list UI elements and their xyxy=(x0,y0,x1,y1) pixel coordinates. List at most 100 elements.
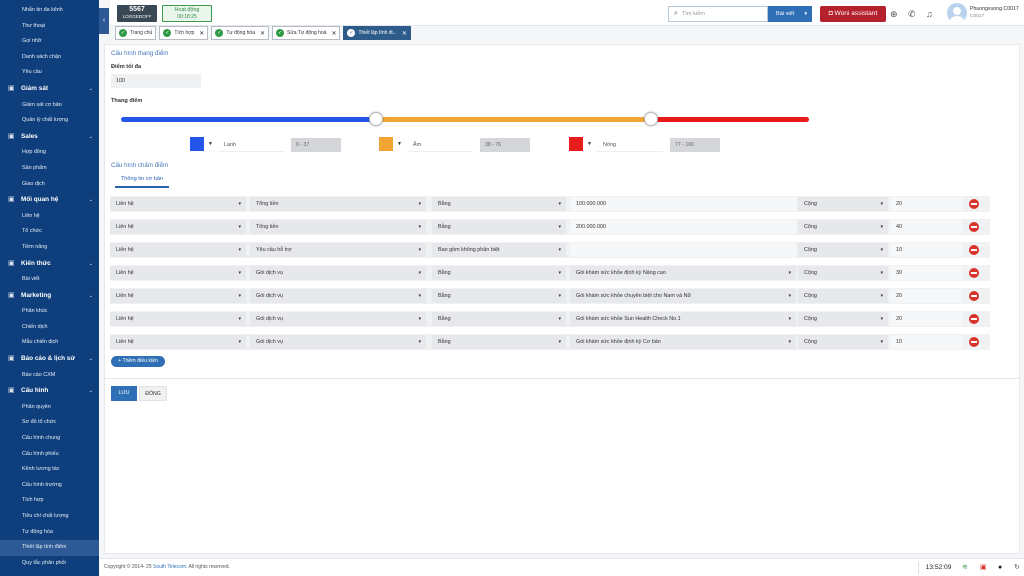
activity-status[interactable]: Hoạt động 00:18:25 xyxy=(162,5,212,22)
points-input[interactable]: 40 xyxy=(890,220,962,234)
remove-icon[interactable] xyxy=(969,268,979,278)
sidebar-item[interactable]: Thiết lập tính điểm xyxy=(0,540,99,556)
search-input[interactable]: ⌕ Tìm kiếm xyxy=(668,6,768,22)
sidebar-group[interactable]: ▣ Cấu hình ⌄ xyxy=(0,383,99,400)
operator-select[interactable]: Bằng xyxy=(432,197,566,211)
sidebar-item[interactable]: Nhắn tin đa kênh xyxy=(0,3,99,19)
action-select[interactable]: Cộng xyxy=(798,220,888,234)
tab-basic-info[interactable]: Thông tin cơ bản xyxy=(115,176,169,188)
sidebar-item[interactable]: Phân quyền xyxy=(0,400,99,416)
sidebar-item[interactable]: Sản phẩm xyxy=(0,161,99,177)
points-input[interactable]: 10 xyxy=(890,335,962,349)
remove-icon[interactable] xyxy=(969,222,979,232)
remove-icon[interactable] xyxy=(969,245,979,255)
value-field[interactable]: Gói khám sức khỏe Sun Health Check No.1 xyxy=(570,312,796,326)
field-select[interactable]: Tổng tiền xyxy=(250,220,426,234)
user-info[interactable]: Phuongvuong.C0017 C0017 xyxy=(970,6,1019,20)
sidebar-item[interactable]: Phân khúc xyxy=(0,304,99,320)
caret-down-icon[interactable]: ▼ xyxy=(587,138,592,151)
record-icon[interactable]: ▣ xyxy=(980,562,987,574)
sidebar-group[interactable]: ▣ Báo cáo & lịch sử ⌄ xyxy=(0,351,99,368)
value-field[interactable]: Gói khám sức khỏe chuyên biệt cho Nam và… xyxy=(570,289,796,303)
field-select[interactable]: Yêu cầu hỗ trợ xyxy=(250,243,426,257)
sidebar-item[interactable]: Giao dịch xyxy=(0,177,99,193)
sidebar-item[interactable]: Quản lý chất lượng xyxy=(0,113,99,129)
woni-assistant-button[interactable]: ◘ Woni assistant xyxy=(820,6,886,22)
action-select[interactable]: Cộng xyxy=(798,335,888,349)
sidebar-collapse-button[interactable]: ‹ xyxy=(99,8,109,34)
object-select[interactable]: Liên hệ xyxy=(110,197,246,211)
sidebar-item[interactable]: Tổ chức xyxy=(0,224,99,240)
add-circle-icon[interactable]: ⊕ xyxy=(890,8,898,20)
refresh-icon[interactable]: ↻ xyxy=(1014,562,1020,574)
points-input[interactable]: 20 xyxy=(890,312,962,326)
sidebar-item[interactable]: Báo cáo CXM xyxy=(0,368,99,384)
remove-icon[interactable] xyxy=(969,337,979,347)
tab[interactable]: ✓ Sửa Tự động hoá ✕ xyxy=(272,26,341,40)
max-score-input[interactable]: 100 xyxy=(111,74,201,88)
action-select[interactable]: Cộng xyxy=(798,266,888,280)
field-select[interactable]: Gói dịch vụ xyxy=(250,289,426,303)
remove-icon[interactable] xyxy=(969,314,979,324)
sidebar-item[interactable]: Cấu hình trường xyxy=(0,478,99,494)
tab[interactable]: ✓ Thiết lập tính đi... ✕ xyxy=(343,26,411,40)
tab[interactable]: ✓ Tự động hóa ✕ xyxy=(211,26,270,40)
action-select[interactable]: Cộng xyxy=(798,312,888,326)
sidebar-item[interactable]: Cấu hình chung xyxy=(0,431,99,447)
remove-icon[interactable] xyxy=(969,291,979,301)
operator-select[interactable]: Bằng xyxy=(432,289,566,303)
sidebar-item[interactable]: Tự động hóa xyxy=(0,525,99,541)
tab[interactable]: ✓ Tích hợp ✕ xyxy=(159,26,209,40)
value-field[interactable]: 100.000.000 xyxy=(570,197,796,211)
sidebar-item[interactable]: Hợp đồng xyxy=(0,145,99,161)
slider-handle[interactable] xyxy=(368,112,383,126)
bell-icon[interactable]: ♫ xyxy=(926,8,933,20)
points-input[interactable]: 20 xyxy=(890,197,962,211)
add-condition-button[interactable]: + Thêm điều kiện xyxy=(111,356,165,367)
phone-icon[interactable]: ✆ xyxy=(908,8,916,20)
sidebar-item[interactable]: Yêu cầu xyxy=(0,65,99,81)
sidebar-item[interactable]: Liên hệ xyxy=(0,209,99,225)
level-name-input[interactable]: Lạnh xyxy=(218,138,284,152)
sidebar-group[interactable]: ▣ Sales ⌄ xyxy=(0,129,99,146)
sidebar-item[interactable]: Gọi nhỡ xyxy=(0,34,99,50)
close-icon[interactable]: ✕ xyxy=(199,30,204,37)
value-field[interactable]: 200.000.000 xyxy=(570,220,796,234)
close-icon[interactable]: ✕ xyxy=(260,30,265,37)
sidebar-group[interactable]: ▣ Kiến thức ⌄ xyxy=(0,256,99,273)
search-type-dropdown[interactable]: Bài viết ▼ xyxy=(768,6,812,22)
sidebar-item[interactable]: Tích hợp xyxy=(0,493,99,509)
sidebar-item[interactable]: Quy tắc phân phối xyxy=(0,556,99,572)
points-input[interactable]: 20 xyxy=(890,289,962,303)
field-select[interactable]: Gói dịch vụ xyxy=(250,312,426,326)
sidebar-item[interactable]: Kênh tương tác xyxy=(0,462,99,478)
object-select[interactable]: Liên hệ xyxy=(110,312,246,326)
remove-icon[interactable] xyxy=(969,199,979,209)
sidebar-item[interactable]: Cấu hình phiếu xyxy=(0,447,99,463)
sidebar-group[interactable]: ▣ Mối quan hệ ⌄ xyxy=(0,192,99,209)
object-select[interactable]: Liên hệ xyxy=(110,220,246,234)
sidebar-item[interactable]: Bài viết xyxy=(0,272,99,288)
points-input[interactable]: 30 xyxy=(890,266,962,280)
action-select[interactable]: Cộng xyxy=(798,243,888,257)
sidebar-item[interactable]: Tiềm năng xyxy=(0,240,99,256)
points-input[interactable]: 10 xyxy=(890,243,962,257)
level-color-picker[interactable] xyxy=(569,137,583,151)
object-select[interactable]: Liên hệ xyxy=(110,243,246,257)
sidebar-item[interactable]: Thư thoại xyxy=(0,19,99,35)
value-field[interactable] xyxy=(570,243,796,257)
sidebar-group[interactable]: ▣ Marketing ⌄ xyxy=(0,288,99,305)
save-button[interactable]: LƯU xyxy=(111,386,137,401)
sidebar-group[interactable]: ▣ Giám sát ⌄ xyxy=(0,81,99,98)
operator-select[interactable]: Bằng xyxy=(432,266,566,280)
object-select[interactable]: Liên hệ xyxy=(110,335,246,349)
field-select[interactable]: Gói dịch vụ xyxy=(250,335,426,349)
close-button[interactable]: ĐÓNG xyxy=(139,386,167,401)
level-name-input[interactable]: Ấm xyxy=(407,138,473,152)
operator-select[interactable]: Bằng xyxy=(432,312,566,326)
level-name-input[interactable]: Nóng xyxy=(597,138,663,152)
operator-select[interactable]: Bằng xyxy=(432,335,566,349)
object-select[interactable]: Liên hệ xyxy=(110,289,246,303)
value-field[interactable]: Gói khám sức khỏe định kỳ Nâng cao xyxy=(570,266,796,280)
action-select[interactable]: Cộng xyxy=(798,289,888,303)
